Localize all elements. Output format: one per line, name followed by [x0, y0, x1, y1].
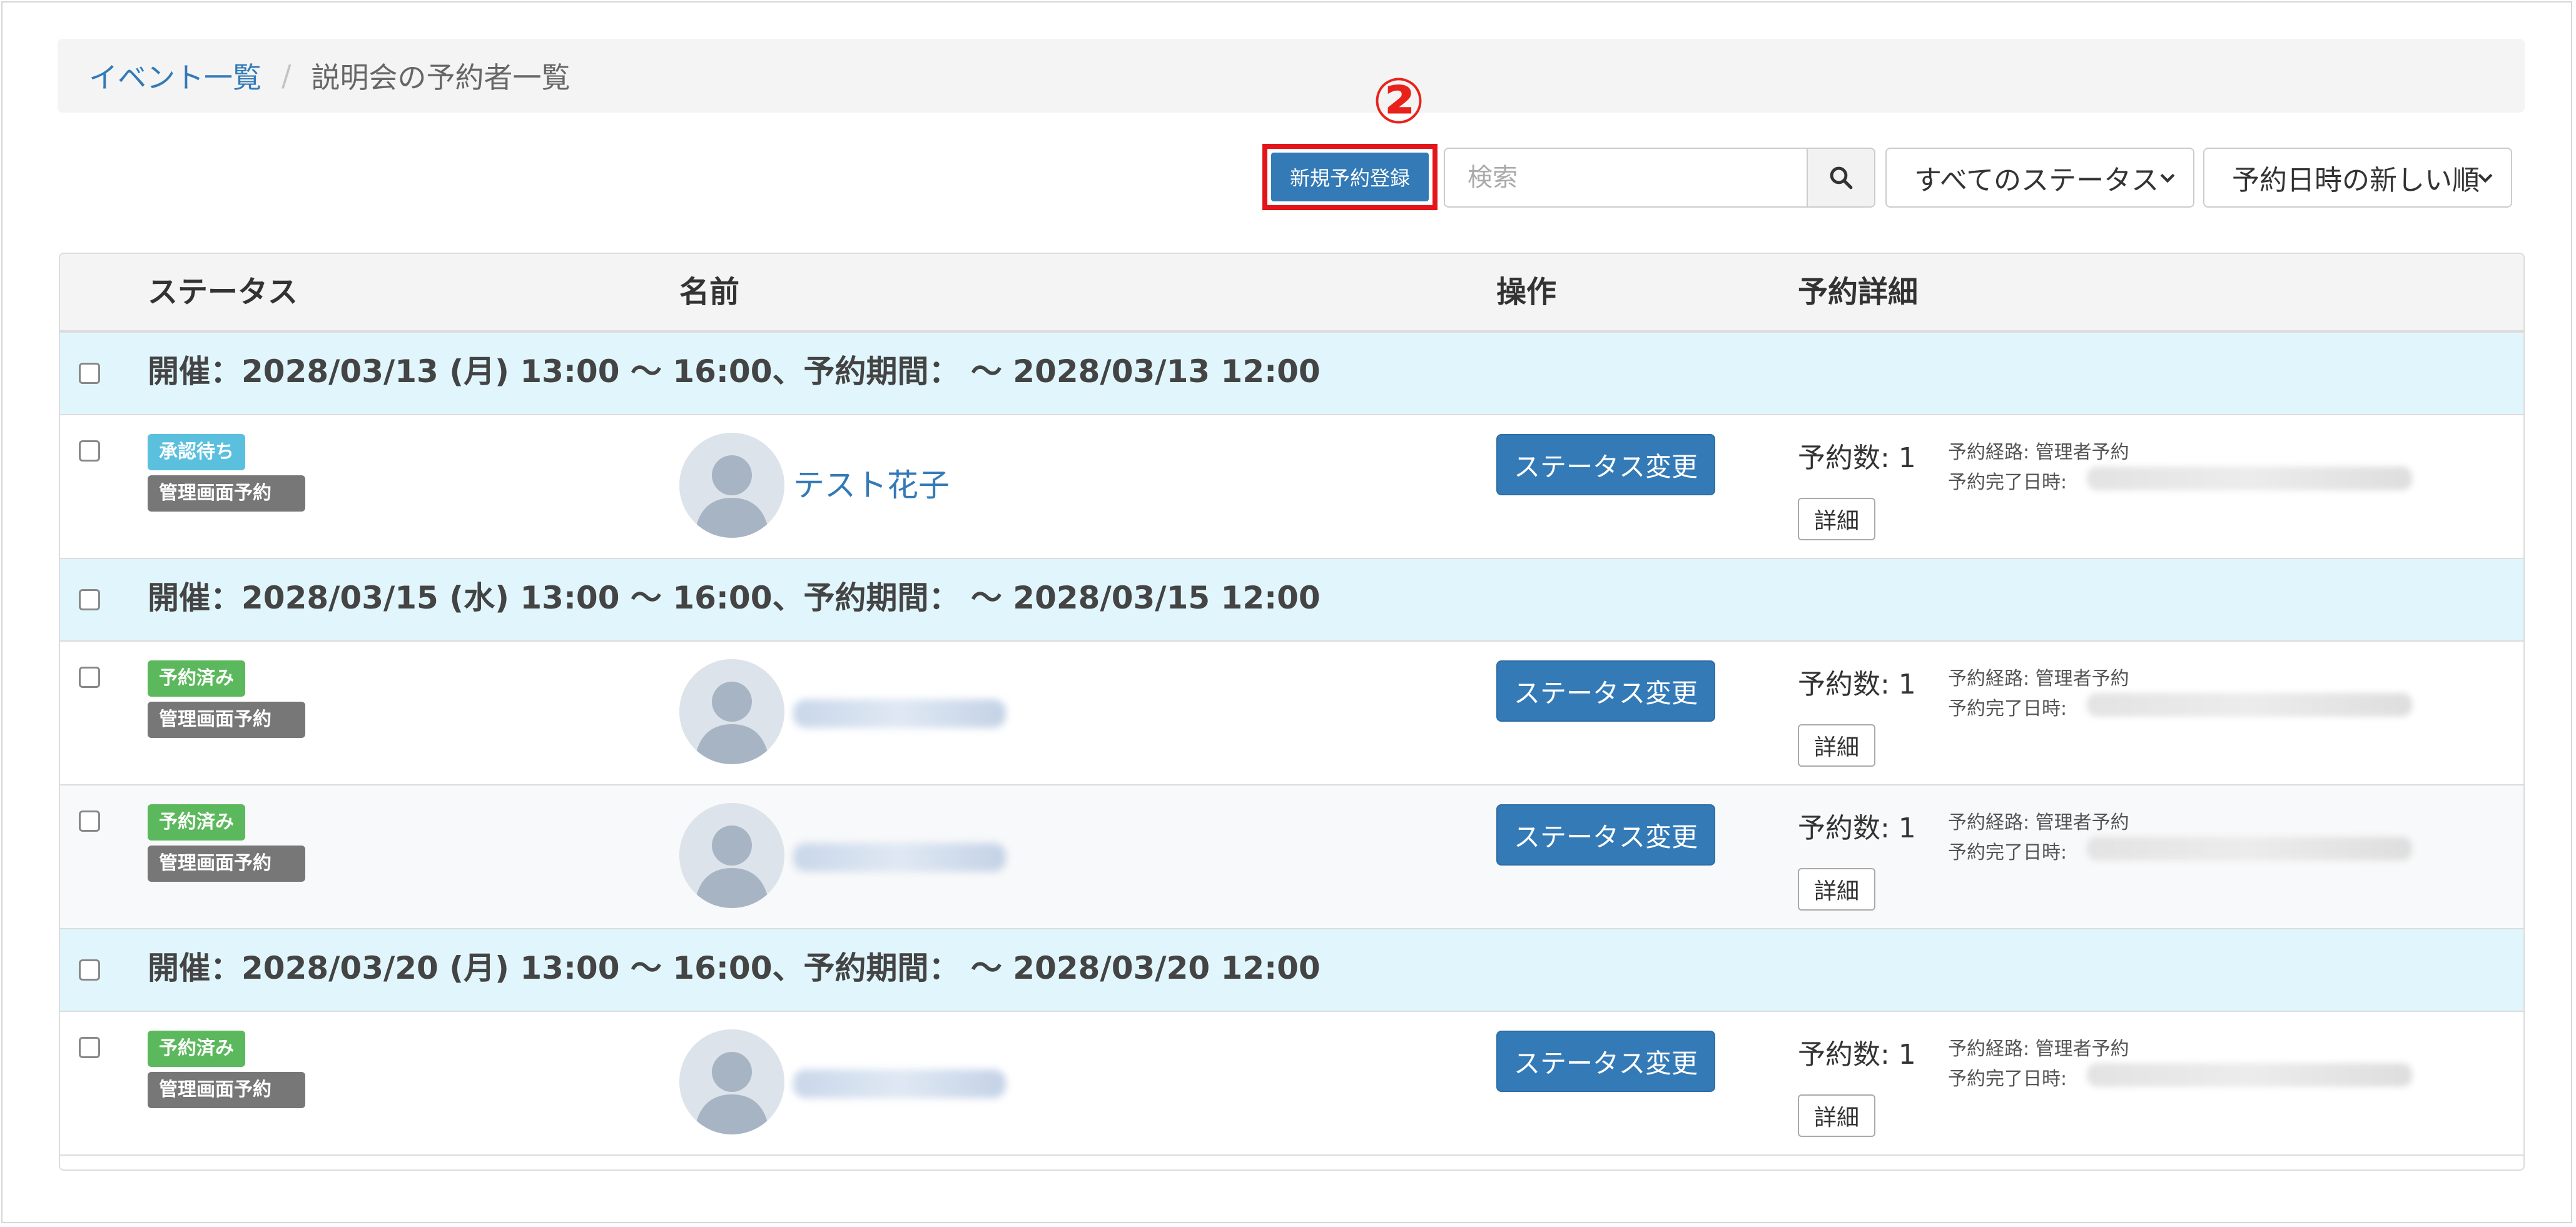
status-badge: 予約済み	[148, 660, 245, 697]
reservation-completed-label: 予約完了日時:	[1948, 1068, 2067, 1090]
breadcrumb-current: 説明会の予約者一覧	[311, 61, 570, 94]
reservation-completed-label: 予約完了日時:	[1948, 842, 2067, 864]
redacted-name	[793, 843, 1006, 872]
user-icon	[679, 433, 784, 538]
header-action: 操作	[1496, 275, 1557, 310]
redacted-datetime	[2087, 837, 2412, 861]
route-badge: 管理画面予約	[148, 702, 305, 738]
status-change-button[interactable]: ステータス変更	[1496, 1031, 1715, 1092]
table-header: ステータス 名前 操作 予約詳細	[60, 254, 2523, 333]
group-checkbox[interactable]	[79, 363, 100, 384]
row-checkbox[interactable]	[79, 667, 100, 688]
group-header-text: 開催：2028/03/20 (月) 13:00 ～ 16:00、予約期間： ～ …	[148, 950, 1321, 986]
redacted-name	[793, 699, 1006, 728]
group-row: 開催：2028/03/13 (月) 13:00 ～ 16:00、予約期間： ～ …	[60, 333, 2523, 415]
reservation-route: 予約経路: 管理者予約	[1948, 812, 2129, 834]
group-header-text: 開催：2028/03/15 (水) 13:00 ～ 16:00、予約期間： ～ …	[148, 580, 1321, 616]
header-details: 予約詳細	[1798, 275, 1919, 310]
status-change-button[interactable]: ステータス変更	[1496, 434, 1715, 495]
reservation-route: 予約経路: 管理者予約	[1948, 668, 2129, 690]
row-checkbox[interactable]	[79, 810, 100, 832]
table-row: 予約済み 管理画面予約 ステータス変更 予約数: 1 予約経路: 管理者予約 予…	[60, 1012, 2523, 1156]
highlight-frame: 新規予約登録	[1262, 144, 1438, 210]
table-row: 予約済み 管理画面予約 ステータス変更 予約数: 1 予約経路: 管理者予約 予…	[60, 785, 2523, 929]
avatar	[679, 1029, 784, 1134]
search-button[interactable]	[1807, 148, 1875, 208]
user-icon	[679, 659, 784, 764]
route-badge: 管理画面予約	[148, 1072, 305, 1108]
avatar	[679, 433, 784, 538]
detail-button[interactable]: 詳細	[1798, 1094, 1875, 1137]
header-name: 名前	[679, 275, 740, 310]
avatar	[679, 803, 784, 908]
group-checkbox[interactable]	[79, 959, 100, 981]
status-badge: 承認待ち	[148, 434, 245, 470]
reservation-route: 予約経路: 管理者予約	[1948, 1038, 2129, 1060]
page: イベント一覧 / 説明会の予約者一覧 ② 新規予約登録 すべてのステータス 予約…	[1, 1, 2572, 1223]
breadcrumb: イベント一覧 / 説明会の予約者一覧	[58, 39, 2525, 113]
row-checkbox[interactable]	[79, 1037, 100, 1058]
status-badge: 予約済み	[148, 804, 245, 841]
reservation-completed-label: 予約完了日時:	[1948, 698, 2067, 720]
avatar	[679, 659, 784, 764]
route-badge: 管理画面予約	[148, 475, 305, 512]
status-filter-value: すべてのステータス	[1914, 164, 2159, 196]
redacted-datetime	[2087, 693, 2412, 717]
search-icon	[1830, 166, 1853, 189]
reservation-count: 予約数: 1	[1798, 442, 1916, 474]
status-change-button[interactable]: ステータス変更	[1496, 660, 1715, 722]
reservation-count: 予約数: 1	[1798, 1039, 1916, 1071]
detail-button[interactable]: 詳細	[1798, 724, 1875, 767]
row-checkbox[interactable]	[79, 440, 100, 462]
user-icon	[679, 1029, 784, 1134]
search-input[interactable]	[1444, 148, 1807, 208]
sort-order-value: 予約日時の新しい順	[2232, 164, 2480, 196]
status-filter-select[interactable]: すべてのステータス	[1885, 148, 2194, 208]
breadcrumb-event-list-link[interactable]: イベント一覧	[89, 55, 261, 96]
redacted-name	[793, 1069, 1006, 1098]
chevron-down-icon	[2160, 173, 2175, 183]
user-icon	[679, 803, 784, 908]
sort-order-select[interactable]: 予約日時の新しい順	[2203, 148, 2512, 208]
new-reservation-button[interactable]: 新規予約登録	[1271, 153, 1429, 201]
table-row: 予約済み 管理画面予約 ステータス変更 予約数: 1 予約経路: 管理者予約 予…	[60, 642, 2523, 785]
breadcrumb-separator: /	[281, 59, 292, 93]
detail-button[interactable]: 詳細	[1798, 498, 1875, 540]
reservation-count: 予約数: 1	[1798, 669, 1916, 700]
reservation-route: 予約経路: 管理者予約	[1948, 442, 2129, 463]
redacted-datetime	[2087, 1063, 2412, 1087]
status-badge: 予約済み	[148, 1031, 245, 1067]
table-row: 承認待ち 管理画面予約 テスト花子 ステータス変更 予約数: 1 予約経路: 管…	[60, 415, 2523, 559]
status-change-button[interactable]: ステータス変更	[1496, 804, 1715, 866]
reservation-completed-label: 予約完了日時:	[1948, 472, 2067, 493]
group-row: 開催：2028/03/15 (水) 13:00 ～ 16:00、予約期間： ～ …	[60, 559, 2523, 642]
chevron-down-icon	[2478, 173, 2493, 183]
annotation-marker: ②	[1372, 64, 1426, 138]
redacted-datetime	[2087, 467, 2412, 490]
group-checkbox[interactable]	[79, 589, 100, 610]
detail-button[interactable]: 詳細	[1798, 868, 1875, 911]
header-status: ステータス	[148, 275, 298, 310]
reservation-count: 予約数: 1	[1798, 812, 1916, 844]
reservation-table: ステータス 名前 操作 予約詳細 開催：2028/03/13 (月) 13:00…	[59, 253, 2525, 1171]
reservant-name-link[interactable]: テスト花子	[793, 460, 950, 505]
route-badge: 管理画面予約	[148, 846, 305, 882]
group-row: 開催：2028/03/20 (月) 13:00 ～ 16:00、予約期間： ～ …	[60, 929, 2523, 1012]
group-header-text: 開催：2028/03/13 (月) 13:00 ～ 16:00、予約期間： ～ …	[148, 353, 1321, 390]
